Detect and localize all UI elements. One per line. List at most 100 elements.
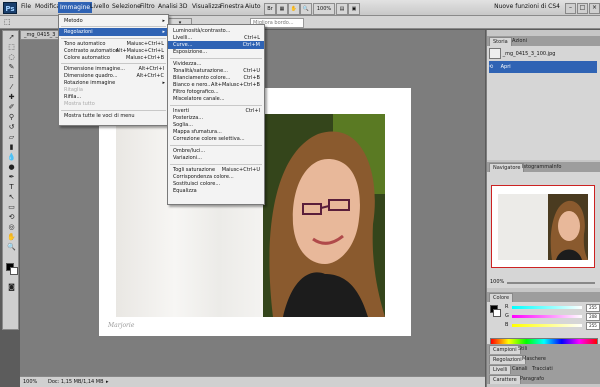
color-background-swatch[interactable] [493,309,501,317]
crop-tool-icon[interactable]: ⌗ [6,73,17,82]
hand-tool-icon[interactable]: ✋ [288,3,300,15]
minimize-icon[interactable]: – [565,3,576,14]
character-panel-tabs: Carattere Paragrafo [487,374,600,384]
type-tool-icon[interactable]: T [6,183,17,192]
menu-item-mostra-tutte-voci[interactable]: Mostra tutte le voci di menu [59,112,168,120]
menu-visualizza[interactable]: Visualizza [192,3,222,10]
r-value[interactable]: 255 [586,304,600,312]
swatches-panel-tabs: Campioni Stili [487,344,600,354]
photoshop-logo: Ps [3,2,17,14]
shape-tool-icon[interactable]: ▭ [6,203,17,212]
close-icon[interactable]: × [589,3,600,14]
pen-tool-icon[interactable]: ✒ [6,173,17,182]
brush-tool-icon[interactable]: ✐ [6,103,17,112]
navigator-zoom[interactable]: 100% [490,279,504,285]
menu-item-esposizione[interactable]: Esposizione... [168,48,264,56]
background-color-swatch[interactable] [10,267,18,275]
menu-analisi[interactable]: Analisi [158,3,178,10]
submenu-arrow-icon: ▸ [162,29,165,35]
b-label: B [505,322,509,328]
zoom-tool-icon[interactable]: 🔍 [300,3,312,15]
tools-panel: ➚ ⬚ ◌ ✎ ⌗ ⁄ ✚ ✐ ⚲ ↺ ▱ ▮ 💧 ● ✒ T ↖ ▭ ⟲ ◎ … [2,30,19,330]
b-slider[interactable] [512,324,582,327]
menu-item-regolazioni[interactable]: Regolazioni ▸ [59,28,168,36]
tab-colore[interactable]: Colore [489,293,514,302]
menu-item-miscelatore-canale[interactable]: Miscelatore canale... [168,95,264,103]
immagine-menu: Metodo ▸ Regolazioni ▸ Tono automatico Maiu… [58,14,169,126]
menu-modifica[interactable]: Modifica [35,3,60,10]
arrange-icon[interactable]: ▤ [336,3,348,15]
thumb-wall [498,194,548,260]
menu-file[interactable]: File [21,3,31,10]
3d-orbit-tool-icon[interactable]: ◎ [6,223,17,232]
tab-paragrafo[interactable]: Paragrafo [517,375,547,383]
photo-portrait [263,114,385,317]
menu-item-mostra-tutto: Mostra tutto [64,101,95,107]
hand-tool-icon[interactable]: ✋ [6,233,17,242]
quick-selection-tool-icon[interactable]: ✎ [6,63,17,72]
marquee-tool-icon[interactable]: ⬚ [6,43,17,52]
color-panel-tabs: Colore [487,292,600,302]
menu-item-colore-automatico[interactable]: Colore automatico Maiusc+Ctrl+B [59,54,168,62]
menu-3d[interactable]: 3D [179,3,187,10]
status-zoom[interactable]: 100% [23,379,37,385]
menu-immagine[interactable]: Immagine [58,2,93,13]
clone-stamp-tool-icon[interactable]: ⚲ [6,113,17,122]
status-arrow-icon[interactable]: ▸ [106,379,109,385]
tab-azioni[interactable]: Azioni [509,37,530,45]
menu-item-metodo[interactable]: Metodo ▸ [59,17,168,25]
r-label: R [505,304,509,310]
tab-carattere[interactable]: Carattere [489,375,521,384]
menu-item-variazioni[interactable]: Variazioni... [168,154,264,162]
menu-filtro[interactable]: Filtro [140,3,155,10]
move-tool-icon[interactable]: ➚ [6,33,17,42]
history-panel: _mg_0415_3_100.jpg ⟲ Apri [487,46,600,160]
g-value[interactable]: 208 [586,313,600,321]
zoom-tool-icon[interactable]: 🔍 [6,243,17,252]
g-slider[interactable] [512,315,582,318]
status-bar: 100% Doc: 1,15 MB/1,14 MB ▸ [20,376,485,387]
quick-mask-icon[interactable]: ◙ [6,283,17,292]
menu-selezione[interactable]: Selezione [112,3,141,10]
menu-item-correzione-colore-selettiva[interactable]: Correzione colore selettiva... [168,135,264,143]
navigator-panel-tabs: Navigatore Istogramma Info [487,162,600,172]
extras-icon[interactable]: ▦ [276,3,288,15]
g-label: G [505,313,509,319]
menu-item-equalizza[interactable]: Equalizza [168,187,264,195]
navigator-zoom-slider[interactable] [507,282,595,284]
b-value[interactable]: 255 [586,322,600,330]
tab-tracciati[interactable]: Tracciati [529,365,556,373]
menu-livello[interactable]: Livello [90,3,109,10]
healing-brush-tool-icon[interactable]: ✚ [6,93,17,102]
history-state-apri[interactable]: ⟲ Apri [489,61,597,73]
r-slider[interactable] [512,306,582,309]
menu-finestra[interactable]: Finestra [220,3,244,10]
status-doc-size: Doc: 1,15 MB/1,14 MB [48,379,104,385]
eraser-tool-icon[interactable]: ▱ [6,133,17,142]
eyedropper-tool-icon[interactable]: ⁄ [6,83,17,92]
menu-aiuto[interactable]: Aiuto [245,3,261,10]
bridge-icon[interactable]: Br [264,3,276,15]
photo-signature: Marjorie [108,322,135,329]
history-brush-tool-icon[interactable]: ↺ [6,123,17,132]
gradient-tool-icon[interactable]: ▮ [6,143,17,152]
tab-info[interactable]: Info [549,163,564,171]
workspace-label[interactable]: Nuove funzioni di CS4 [494,3,560,10]
blur-tool-icon[interactable]: 💧 [6,153,17,162]
path-selection-tool-icon[interactable]: ↖ [6,193,17,202]
maximize-icon[interactable]: □ [577,3,588,14]
snapshot-thumbnail [489,48,501,59]
history-brush-icon: ⟲ [489,64,494,70]
zoom-level-select[interactable]: 100% [313,3,335,15]
marquee-tool-icon[interactable]: ⬚ [4,18,11,26]
lasso-tool-icon[interactable]: ◌ [6,53,17,62]
tab-maschere[interactable]: Maschere [519,355,549,363]
thumb-portrait [548,194,588,260]
tab-canali[interactable]: Canali [509,365,531,373]
screen-mode-icon[interactable]: ▣ [348,3,360,15]
history-snapshot[interactable]: _mg_0415_3_100.jpg [489,48,597,60]
3d-rotate-tool-icon[interactable]: ⟲ [6,213,17,222]
tab-stili[interactable]: Stili [515,345,530,353]
dodge-tool-icon[interactable]: ● [6,163,17,172]
navigator-thumbnail[interactable] [491,185,595,268]
